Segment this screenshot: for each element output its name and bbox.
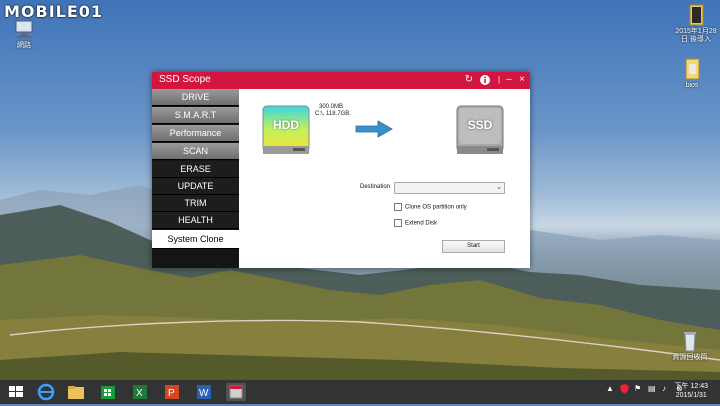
security-shield-icon[interactable] xyxy=(620,384,629,396)
sidebar-nav: DRIVE S.M.A.R.T Performance SCAN ERASE U… xyxy=(152,89,239,268)
nav-item-erase[interactable]: ERASE xyxy=(152,161,239,178)
extend-disk-label: Extend Disk xyxy=(405,220,438,227)
nav-item-health[interactable]: HEALTH xyxy=(152,212,239,229)
chevron-down-icon: ⌄ xyxy=(496,184,502,191)
refresh-icon[interactable]: ↻ xyxy=(463,74,475,86)
network-icon xyxy=(11,18,37,40)
recycle-bin-icon xyxy=(677,330,703,352)
volume-icon[interactable]: ♪ xyxy=(662,384,666,393)
source-capacity: 300.0MB xyxy=(319,104,344,110)
hdd-label: HDD xyxy=(273,118,299,132)
nav-item-update[interactable]: UPDATE xyxy=(152,178,239,195)
desktop-icon-network[interactable]: 網路 xyxy=(0,18,48,50)
tray-expand-icon[interactable]: ▲ xyxy=(606,384,614,393)
minimize-icon[interactable]: – xyxy=(503,74,515,86)
network-status-icon[interactable]: ▤ xyxy=(648,384,656,393)
source-partition: C:\, 118.7GB. xyxy=(315,111,351,117)
svg-text:P: P xyxy=(168,388,175,399)
clock-date: 2015/1/31 xyxy=(675,392,707,399)
folder-icon xyxy=(679,58,705,80)
source-drive-info: 300.0MB C:\, 118.7GB. xyxy=(315,104,351,118)
extend-disk-checkbox[interactable]: Extend Disk xyxy=(394,219,437,227)
nav-item-drive[interactable]: DRIVE xyxy=(152,89,239,106)
window-title: SSD Scope xyxy=(159,74,211,85)
nav-item-performance[interactable]: Performance xyxy=(152,125,239,142)
source-drive-hdd[interactable]: HDD xyxy=(261,104,311,158)
taskbar-clock[interactable]: 下午 12:43 2015/1/31 xyxy=(675,382,708,400)
system-clone-panel: HDD 300.0MB C:\, 118.7GB. SSD Destinatio… xyxy=(239,89,530,268)
svg-text:X: X xyxy=(136,388,143,399)
clone-arrow-icon xyxy=(355,120,393,138)
word-icon[interactable]: W xyxy=(194,383,214,401)
checkbox-icon[interactable] xyxy=(394,203,402,211)
excel-icon[interactable]: X xyxy=(130,383,150,401)
start-windows-icon[interactable] xyxy=(6,383,26,401)
nav-item-scan[interactable]: SCAN xyxy=(152,143,239,160)
destination-select[interactable]: ⌄ xyxy=(394,182,505,194)
flag-icon[interactable]: ⚑ xyxy=(634,384,641,393)
nav-item-trim[interactable]: TRIM xyxy=(152,195,239,212)
svg-text:W: W xyxy=(199,388,209,399)
windows-taskbar: X P W ▲ ⚑ ▤ ♪ ⊗ 下午 12:43 2015/1/31 xyxy=(0,380,720,404)
ssd-scope-taskbar-icon[interactable] xyxy=(226,383,246,401)
desktop-icon-recycle-bin[interactable]: 資源回收筒 xyxy=(666,330,714,362)
ssd-label: SSD xyxy=(467,118,493,132)
window-titlebar[interactable]: SSD Scope ↻ | – × xyxy=(152,72,530,89)
start-button[interactable]: Start xyxy=(442,240,505,253)
info-icon[interactable] xyxy=(479,74,491,86)
desktop-icon-folder-2015[interactable]: 2015年1月28日 後導入 xyxy=(672,4,720,44)
clone-os-partition-checkbox[interactable]: Clone OS partition only xyxy=(394,203,467,211)
file-explorer-icon[interactable] xyxy=(66,383,86,401)
nav-item-smart[interactable]: S.M.A.R.T xyxy=(152,107,239,124)
destination-label: Destination xyxy=(360,184,391,190)
store-icon[interactable] xyxy=(98,383,118,401)
close-icon[interactable]: × xyxy=(516,74,528,86)
clone-os-label: Clone OS partition only xyxy=(405,204,467,211)
clock-time: 下午 12:43 xyxy=(674,383,708,390)
folder-icon xyxy=(683,4,709,26)
desktop-icon-folder-bios[interactable]: bios xyxy=(668,58,716,90)
internet-explorer-icon[interactable] xyxy=(36,383,56,401)
ssd-scope-window: SSD Scope ↻ | – × DRIVE S.M.A.R.T Perfor… xyxy=(152,72,530,268)
target-drive-ssd[interactable]: SSD xyxy=(455,104,505,158)
powerpoint-icon[interactable]: P xyxy=(162,383,182,401)
checkbox-icon[interactable] xyxy=(394,219,402,227)
nav-item-system-clone[interactable]: System Clone xyxy=(152,230,239,249)
